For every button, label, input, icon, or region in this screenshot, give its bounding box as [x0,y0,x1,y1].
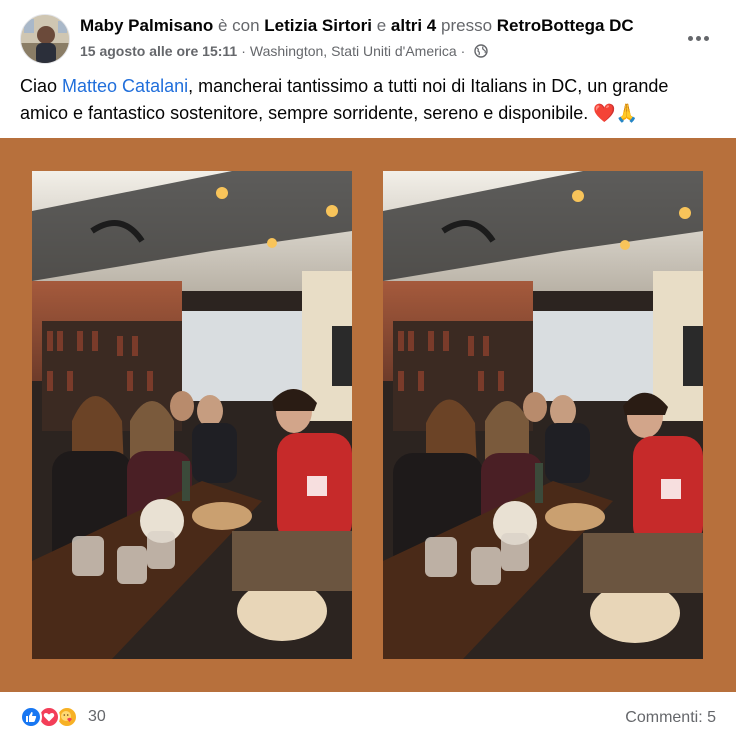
post-footer: 30 Commenti: 5 [0,692,736,737]
reactions-summary[interactable]: 30 [20,706,106,728]
author-line: Maby Palmisano è con Letizia Sirtori e a… [80,16,634,36]
with-word: è con [217,16,260,35]
reaction-count[interactable]: 30 [88,708,106,726]
post-media[interactable] [0,138,736,692]
dot [687,35,693,41]
like-reaction-icon [20,706,42,728]
others-link[interactable]: altri 4 [391,16,436,35]
post-meta: 15 agosto alle ore 15:11 · Washington, S… [80,42,489,60]
meta-separator-2: · [460,43,466,59]
meta-separator: · [241,43,246,59]
restaurant-photo-right[interactable] [383,171,703,659]
author-name[interactable]: Maby Palmisano [80,16,213,35]
restaurant-photo-left[interactable] [32,171,352,659]
post-text: Ciao Matteo Catalani, mancherai tantissi… [20,73,710,127]
post-date[interactable]: 15 agosto alle ore 15:11 [80,42,237,60]
dot [695,35,701,41]
dot [703,35,709,41]
at-word: presso [441,16,493,35]
globe-icon[interactable] [474,44,489,58]
and-word: e [376,16,387,35]
author-avatar[interactable] [20,14,70,64]
comments-count[interactable]: Commenti: 5 [625,709,716,727]
post-location[interactable]: Washington, Stati Uniti d'America [250,42,457,60]
post-text-intro: Ciao [20,76,63,96]
place-link[interactable]: RetroBottega DC [497,16,634,35]
mention-link[interactable]: Matteo Catalani [62,76,188,96]
more-options-icon[interactable] [682,22,714,54]
tagged-person[interactable]: Letizia Sirtori [264,16,372,35]
post-header: Maby Palmisano è con Letizia Sirtori e a… [0,0,736,70]
